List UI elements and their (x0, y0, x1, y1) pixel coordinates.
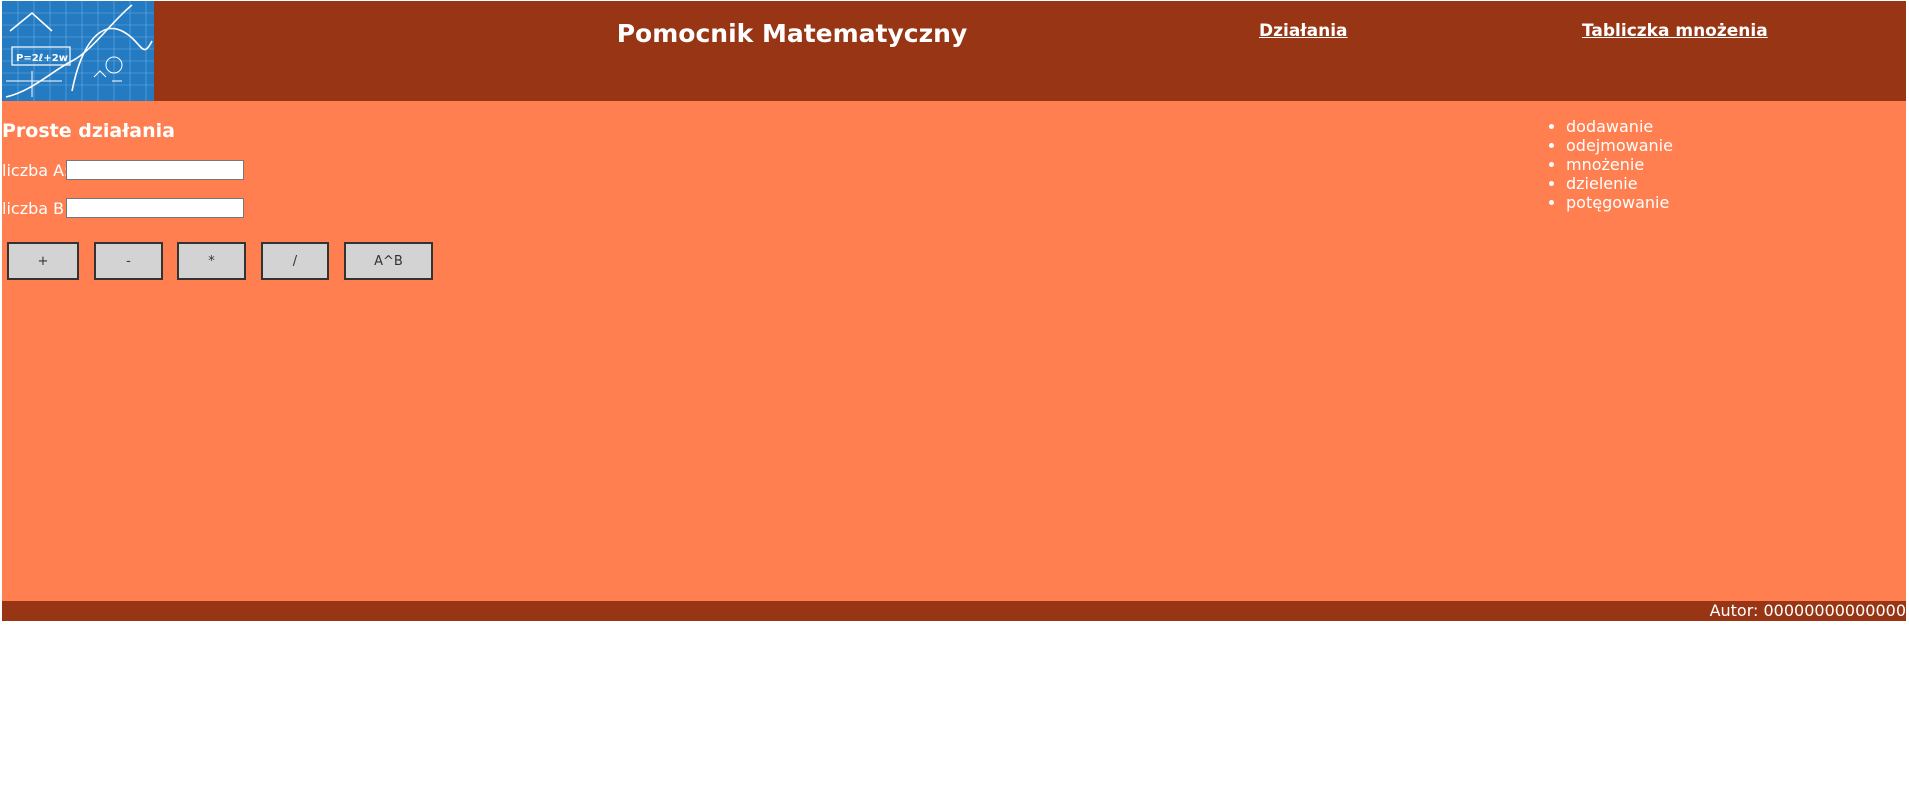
number-b-label: liczba B: (2, 199, 70, 218)
bullet-icon (1549, 124, 1554, 129)
list-item: odejmowanie (1545, 136, 1673, 155)
list-item: dodawanie (1545, 117, 1673, 136)
page: P=2ℓ+2w Pomocnik Matematyczny Działania … (2, 1, 1906, 621)
number-a-input[interactable] (66, 160, 244, 180)
list-item-label: potęgowanie (1566, 193, 1670, 212)
nav-link-dzialania[interactable]: Działania (1259, 21, 1348, 41)
nav-link-tabliczka-mnozenia[interactable]: Tabliczka mnożenia (1582, 21, 1768, 41)
add-button[interactable]: + (7, 242, 79, 280)
divide-button[interactable]: / (261, 242, 329, 280)
svg-text:P=2ℓ+2w: P=2ℓ+2w (16, 53, 68, 64)
number-b-input[interactable] (66, 198, 244, 218)
footer: Autor: 00000000000000 (2, 601, 1906, 621)
subtract-button[interactable]: - (94, 242, 163, 280)
math-logo-image: P=2ℓ+2w (2, 1, 154, 101)
list-item: dzielenie (1545, 174, 1673, 193)
header: P=2ℓ+2w Pomocnik Matematyczny Działania … (2, 1, 1906, 101)
main-content: Proste działania liczba A: liczba B: + -… (2, 101, 1906, 601)
bullet-icon (1549, 200, 1554, 205)
list-item-label: dzielenie (1566, 174, 1638, 193)
list-item-label: dodawanie (1566, 117, 1654, 136)
math-chalkboard-icon: P=2ℓ+2w (2, 1, 154, 101)
list-item: potęgowanie (1545, 193, 1673, 212)
list-item-label: mnożenie (1566, 155, 1645, 174)
section-title: Proste działania (2, 120, 175, 142)
list-item: mnożenie (1545, 155, 1673, 174)
bullet-icon (1549, 143, 1554, 148)
number-a-label: liczba A: (2, 161, 70, 180)
power-button[interactable]: A^B (344, 242, 433, 280)
author-text: Autor: 00000000000000 (1709, 601, 1906, 620)
multiply-button[interactable]: * (177, 242, 246, 280)
list-item-label: odejmowanie (1566, 136, 1673, 155)
bullet-icon (1549, 181, 1554, 186)
bullet-icon (1549, 162, 1554, 167)
operations-list: dodawanie odejmowanie mnożenie dzielenie… (1545, 117, 1673, 212)
